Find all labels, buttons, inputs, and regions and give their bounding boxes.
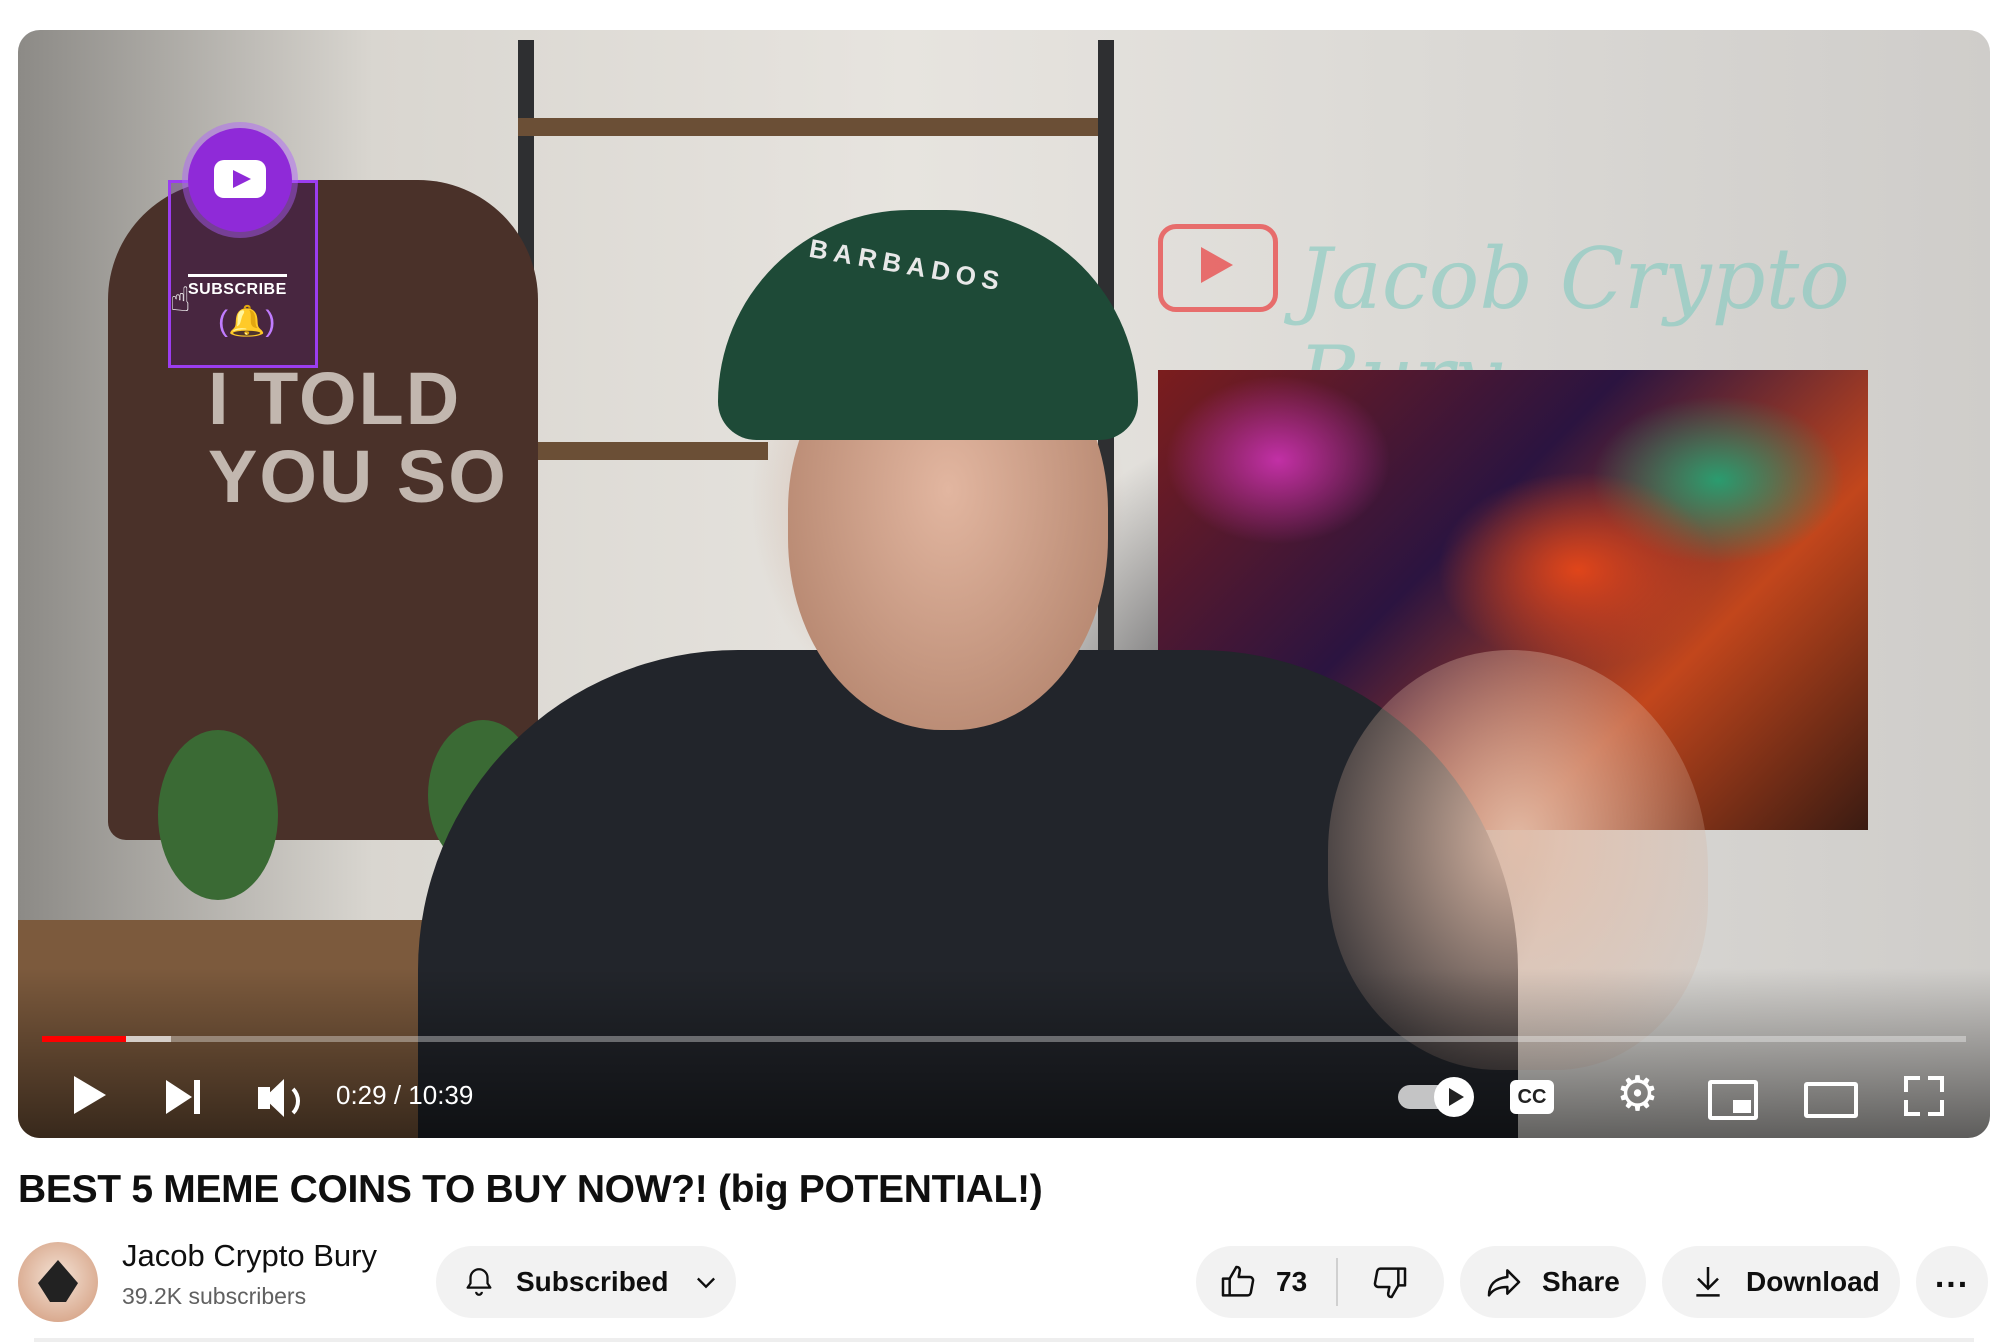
download-button[interactable]: Download <box>1662 1246 1900 1318</box>
next-icon[interactable] <box>166 1080 192 1114</box>
shelf-board <box>518 118 1098 136</box>
channel-avatar[interactable] <box>18 1242 98 1322</box>
subscribed-button[interactable]: Subscribed <box>436 1246 736 1318</box>
divider <box>34 1338 1974 1342</box>
gear-icon[interactable]: ⚙ <box>1616 1070 1659 1120</box>
next-icon[interactable] <box>194 1080 200 1114</box>
share-button[interactable]: Share <box>1460 1246 1646 1318</box>
subscribe-overlay-label: SUBSCRIBE <box>188 274 287 299</box>
captions-icon[interactable]: CC <box>1510 1080 1554 1114</box>
share-label: Share <box>1542 1266 1620 1297</box>
fullscreen-icon[interactable] <box>1904 1076 1944 1116</box>
subscriber-count: 39.2K subscribers <box>122 1283 307 1309</box>
more-actions-button[interactable]: ... <box>1916 1246 1988 1318</box>
channel-name[interactable]: Jacob Crypto Bury <box>122 1238 377 1274</box>
download-label: Download <box>1746 1266 1880 1297</box>
autoplay-play-icon[interactable] <box>1434 1077 1474 1117</box>
thumbs-down-icon <box>1373 1267 1407 1299</box>
video-title: BEST 5 MEME COINS TO BUY NOW?! (big POTE… <box>18 1168 1043 1211</box>
shelf-board <box>528 442 768 460</box>
tshirt-text: I TOLD YOU SO <box>208 357 508 518</box>
theater-icon[interactable] <box>1804 1082 1858 1118</box>
cap-text: BARBADOS <box>806 233 1008 297</box>
progress-bar[interactable] <box>42 1036 1966 1042</box>
neon-youtube-logo <box>1158 224 1278 312</box>
channel-logo-icon <box>38 1260 78 1302</box>
more-icon: ... <box>1934 1257 1970 1295</box>
bell-icon <box>466 1268 492 1296</box>
miniplayer-icon[interactable] <box>1708 1080 1758 1120</box>
play-icon[interactable] <box>74 1076 106 1114</box>
controls-gradient <box>18 968 1990 1138</box>
hand-cursor-icon: ☝ <box>170 281 191 319</box>
dislike-button[interactable] <box>1338 1246 1442 1318</box>
subscribed-label: Subscribed <box>516 1266 669 1297</box>
chevron-down-icon <box>697 1277 716 1289</box>
plant <box>158 730 278 900</box>
like-count: 73 <box>1276 1266 1308 1297</box>
video-player[interactable]: I TOLD YOU SO Jacob Crypto Bury BARBADOS… <box>18 30 1990 1138</box>
share-icon <box>1487 1269 1521 1297</box>
download-icon <box>1696 1267 1720 1297</box>
bell-ring-icon: (🔔) <box>218 305 276 338</box>
like-button[interactable]: 73 <box>1196 1246 1336 1318</box>
like-dislike-group: 73 <box>1196 1246 1444 1318</box>
cap: BARBADOS <box>718 210 1138 440</box>
youtube-play-icon <box>214 160 266 198</box>
progress-played <box>42 1036 126 1042</box>
time-display: 0:29 / 10:39 <box>336 1080 474 1110</box>
thumbs-up-icon <box>1221 1265 1255 1297</box>
